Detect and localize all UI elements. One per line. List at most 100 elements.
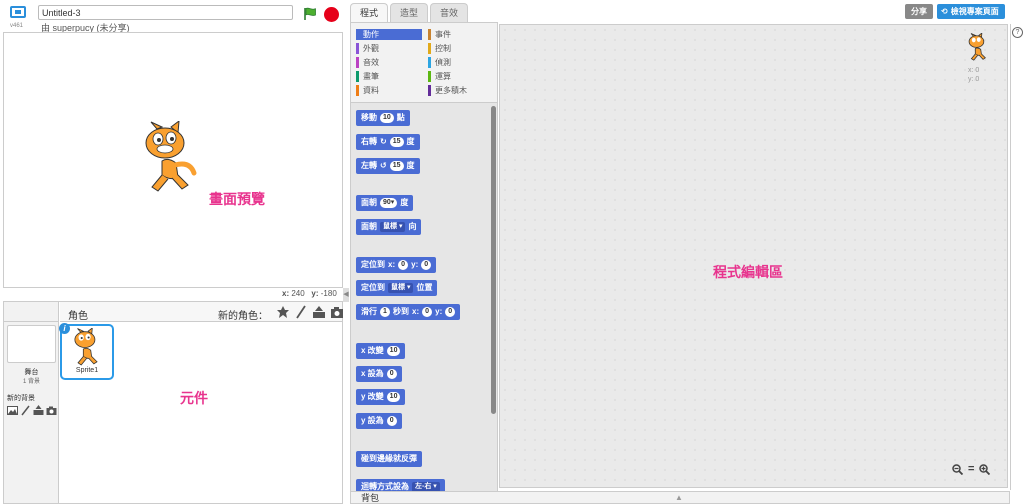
paint-new-sprite-icon[interactable]: [294, 305, 308, 319]
block-move-steps[interactable]: 移動 10 點: [356, 110, 410, 126]
script-area[interactable]: x: 0 y: 0 程式編輯區 =: [499, 24, 1008, 488]
collapse-stage-button[interactable]: ◀: [343, 288, 349, 302]
number-input[interactable]: 0: [386, 416, 397, 426]
block-text: 滑行: [361, 307, 377, 316]
direction-input[interactable]: 90▾: [380, 198, 398, 208]
block-glide[interactable]: 滑行 1 秒到 x: 0 y: 0: [356, 304, 461, 320]
block-text: 右轉: [361, 137, 377, 146]
category-label: 外觀: [363, 44, 379, 53]
block-set-x[interactable]: x 設為 0: [356, 366, 402, 382]
rotate-left-icon: ↺: [380, 161, 387, 170]
block-text: 度: [400, 198, 409, 207]
category-more-blocks[interactable]: 更多積木: [428, 85, 494, 96]
palette-scrollbar[interactable]: [491, 106, 496, 414]
target-dropdown[interactable]: 鼠標 ▾: [380, 222, 406, 232]
backpack-label: 背包: [361, 493, 380, 503]
stop-sign-icon[interactable]: [324, 7, 339, 22]
y-input[interactable]: 0: [445, 307, 456, 317]
backpack-bar[interactable]: 背包 ▲: [350, 491, 1010, 504]
cat-sprite[interactable]: [138, 121, 200, 193]
sprite-pane: 舞台 1 背景 新的背景 角色 新的角色： i Sprite1 元件: [3, 301, 343, 504]
share-button[interactable]: 分享: [905, 4, 933, 19]
category-color-bar: [428, 71, 431, 82]
block-go-to-object[interactable]: 定位到 鼠標 ▾ 位置: [356, 280, 438, 296]
new-backdrop-label: 新的背景: [7, 395, 35, 402]
block-text: 移動: [361, 113, 377, 122]
info-icon[interactable]: i: [59, 323, 70, 334]
tab-scripts[interactable]: 程式: [350, 3, 389, 22]
block-change-y[interactable]: y 改變 10: [356, 389, 406, 405]
x-input[interactable]: 0: [398, 260, 409, 270]
block-text: 定位到: [361, 260, 385, 269]
upload-icon[interactable]: [33, 405, 44, 416]
block-point-towards[interactable]: 面朝 鼠標 ▾ 向: [356, 219, 422, 235]
category-label: 音效: [363, 58, 379, 67]
block-text: 點: [396, 113, 405, 122]
y-label: y:: [311, 289, 319, 298]
target-dropdown[interactable]: 鼠標 ▾: [388, 283, 414, 293]
block-turn-right[interactable]: 右轉 ↻ 15 度: [356, 134, 420, 150]
block-bounce-on-edge[interactable]: 碰到邊緣就反彈: [356, 451, 422, 467]
tab-sounds[interactable]: 音效: [430, 3, 469, 22]
category-list: 動作 事件 外觀 控制 音效 偵測 畫筆 運算 資料 更多積木: [351, 23, 497, 103]
block-text: x 設為: [361, 369, 384, 378]
category-sensing[interactable]: 偵測: [428, 57, 494, 68]
block-text: 定位到: [361, 283, 385, 292]
seconds-input[interactable]: 1: [380, 307, 390, 317]
zoom-out-icon[interactable]: [952, 463, 963, 475]
paint-brush-icon[interactable]: [20, 405, 31, 416]
stage-thumbnail[interactable]: [7, 325, 56, 363]
zoom-reset-icon[interactable]: =: [968, 463, 974, 475]
sprite-cat-icon: [74, 328, 98, 366]
see-project-page-button[interactable]: ⟲ 檢視專案頁面: [937, 4, 1005, 19]
number-input[interactable]: 10: [386, 346, 401, 356]
y-input[interactable]: 0: [421, 260, 432, 270]
tab-costumes[interactable]: 造型: [390, 3, 429, 22]
expand-arrow-icon[interactable]: ▲: [675, 492, 683, 504]
sprite-name: Sprite1: [75, 367, 99, 374]
block-text: 度: [406, 161, 415, 170]
category-color-bar: [356, 85, 359, 96]
number-input[interactable]: 10: [380, 113, 394, 123]
sprite-library-icon[interactable]: [276, 305, 290, 319]
block-text: 位置: [416, 283, 433, 292]
image-library-icon[interactable]: [7, 405, 18, 416]
category-data[interactable]: 資料: [356, 85, 422, 96]
number-input[interactable]: 15: [389, 137, 404, 147]
help-icon[interactable]: ?: [1012, 27, 1023, 38]
zoom-controls: =: [952, 463, 991, 475]
category-events[interactable]: 事件: [428, 29, 494, 40]
block-change-x[interactable]: x 改變 10: [356, 343, 406, 359]
category-pen[interactable]: 畫筆: [356, 71, 422, 82]
zoom-in-icon[interactable]: [979, 463, 991, 475]
stage-canvas[interactable]: 畫面預覽: [3, 32, 343, 288]
block-turn-left[interactable]: 左轉 ↺ 15 度: [356, 158, 420, 174]
category-sound[interactable]: 音效: [356, 57, 422, 68]
sprite-thumbnail-card[interactable]: i Sprite1: [59, 323, 114, 380]
block-point-in-direction[interactable]: 面朝 90▾ 度: [356, 195, 414, 211]
camera-icon[interactable]: [46, 405, 57, 416]
upload-sprite-icon[interactable]: [312, 305, 326, 319]
category-label: 控制: [435, 44, 451, 53]
sprite-y: y: 0: [968, 76, 980, 83]
number-input[interactable]: 10: [386, 392, 401, 402]
sprite-pane-annotation: 元件: [180, 390, 208, 406]
block-go-to-xy[interactable]: 定位到 x: 0 y: 0: [356, 257, 437, 273]
new-sprite-tools: [276, 305, 344, 319]
block-text: x:: [412, 307, 420, 316]
number-input[interactable]: 0: [386, 369, 397, 379]
current-sprite-icon: [968, 33, 986, 61]
green-flag-icon[interactable]: [303, 7, 317, 21]
new-sprite-label: 新的角色：: [218, 311, 268, 322]
category-motion[interactable]: 動作: [356, 29, 422, 40]
category-control[interactable]: 控制: [428, 43, 494, 54]
block-set-y[interactable]: y 設為 0: [356, 413, 402, 429]
project-title-input[interactable]: [38, 5, 293, 20]
x-input[interactable]: 0: [422, 307, 433, 317]
camera-sprite-icon[interactable]: [330, 305, 344, 319]
number-input[interactable]: 15: [389, 161, 404, 171]
x-value: 240: [291, 289, 305, 298]
category-operators[interactable]: 運算: [428, 71, 494, 82]
category-label: 運算: [435, 72, 451, 81]
category-looks[interactable]: 外觀: [356, 43, 422, 54]
